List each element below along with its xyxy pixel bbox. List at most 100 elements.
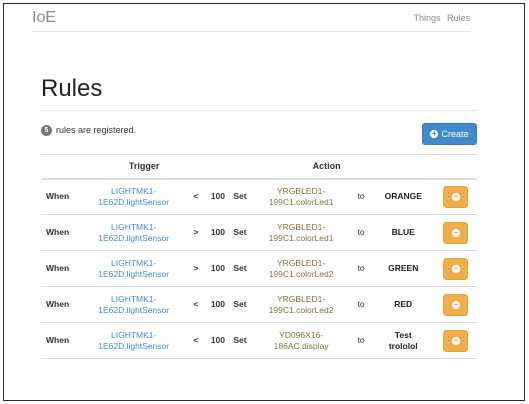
sensor-line-2[interactable]: 1E62D.lightSensor [98,341,169,351]
sensor-line-2[interactable]: 1E62D.lightSensor [98,233,169,243]
sensor-line-1[interactable]: LIGHTMK1- [111,294,156,304]
set-label: Set [228,322,252,359]
trigger-sensor-link[interactable]: LIGHTMK1- 1E62D.lightSensor [83,250,185,287]
sensor-line-1[interactable]: LIGHTMK1- [111,330,156,340]
action-target: YRGBLED1- 199C1.colorLed1 [251,178,351,215]
value-line-1: ORANGE [384,191,422,202]
when-label: When [41,214,84,251]
sensor-line-1[interactable]: LIGHTMK1- [111,258,156,268]
comparison-operator: < [184,178,208,215]
table-row: When LIGHTMK1- 1E62D.lightSensor >100 Set YRG… [41,250,477,287]
action-value: ORANGE [371,178,435,215]
action-target: YRGBLED1- 199C1.colorLed2 [251,286,351,323]
rules-summary-text: rules are registered. [56,125,137,135]
to-label: to [350,250,372,287]
action-value: GREEN [371,250,435,287]
target-line-1: YRGBLED1- [276,293,326,304]
to-label: to [350,178,372,215]
title-divider [41,110,478,111]
action-header: Action [228,154,435,180]
minus-circle-icon [451,336,460,345]
trigger-sensor-link[interactable]: LIGHTMK1- 1E62D.lightSensor [83,178,185,215]
to-label: to [350,286,372,323]
value-line-1: GREEN [388,263,419,273]
action-value: BLUE [371,214,435,251]
threshold-value: 100 [207,322,229,359]
delete-cell [434,286,477,323]
table-row: When LIGHTMK1- 1E62D.lightSensor <100 Set YD0… [41,322,477,359]
value-line-1: BLUE [391,227,415,237]
trigger-header: Trigger [41,154,208,180]
action-target: YD096X16- 186AC.display [251,322,351,359]
trigger-sensor-link[interactable]: LIGHTMK1- 1E62D.lightSensor [83,214,185,251]
threshold-value: 100 [207,250,229,287]
delete-cell [434,178,477,215]
minus-circle-icon [451,192,460,201]
rules-summary: 5 rules are registered. [41,124,136,136]
target-line-2: 199C1.colorLed2 [268,268,334,279]
comparison-operator: > [184,250,208,287]
target-line-1: YRGBLED1- [276,185,326,196]
rules-table: Trigger Action When LIGHTMK1- 1E62D.lightS… [41,154,477,359]
delete-rule-button[interactable] [443,293,469,316]
create-rule-button[interactable]: + Create [422,123,477,145]
delete-cell [434,214,477,251]
set-label: Set [228,214,252,251]
comparison-operator: > [184,214,208,251]
target-line-2: 199C1.colorLed1 [268,232,334,243]
minus-circle-icon [451,300,460,309]
threshold-value: 100 [207,214,229,251]
when-label: When [41,250,84,287]
trigger-sensor-link[interactable]: LIGHTMK1- 1E62D.lightSensor [83,322,185,359]
when-label: When [41,286,84,323]
when-label: When [41,322,84,359]
value-line-2: trololol [388,340,418,351]
to-label: to [350,214,372,251]
threshold-value: 100 [207,178,229,215]
delete-cell [434,250,477,287]
set-label: Set [228,286,252,323]
rules-table-body: When LIGHTMK1- 1E62D.lightSensor <100 Set YRG… [41,178,477,359]
sensor-line-2[interactable]: 1E62D.lightSensor [98,269,169,279]
when-label: When [41,178,84,215]
comparison-operator: < [184,322,208,359]
action-target: YRGBLED1- 199C1.colorLed1 [251,214,351,251]
threshold-value: 100 [207,286,229,323]
create-button-label: Create [441,129,469,139]
minus-circle-icon [451,264,460,273]
rules-count-badge: 5 [41,124,52,136]
table-row: When LIGHTMK1- 1E62D.lightSensor <100 Set YRG… [41,286,477,323]
target-line-1: YRGBLED1- [276,221,326,232]
set-label: Set [228,250,252,287]
nav-link-things[interactable]: Things [413,13,440,23]
delete-rule-button[interactable] [443,185,469,208]
action-value: Test trololol [371,322,435,359]
sensor-line-1[interactable]: LIGHTMK1- [111,222,156,232]
table-header-row: Trigger Action [41,154,477,180]
sensor-line-2[interactable]: 1E62D.lightSensor [98,305,169,315]
page-title: Rules [41,75,103,102]
set-label: Set [228,178,252,215]
action-target: YRGBLED1- 199C1.colorLed2 [251,250,351,287]
brand-logo[interactable]: IoE [32,8,56,28]
minus-circle-icon [451,228,460,237]
delete-rule-button[interactable] [443,329,469,352]
nav-link-rules[interactable]: Rules [447,13,470,23]
sensor-line-2[interactable]: 1E62D.lightSensor [98,197,169,207]
sensor-line-1[interactable]: LIGHTMK1- [111,186,156,196]
header-spacer-end [434,154,477,180]
navbar: IoE Things Rules [32,8,470,32]
target-line-2: 199C1.colorLed1 [268,196,334,207]
value-line-1: Test [394,329,412,340]
target-line-2: 186AC.display [273,340,329,351]
trigger-sensor-link[interactable]: LIGHTMK1- 1E62D.lightSensor [83,286,185,323]
value-line-1: RED [394,299,413,309]
delete-cell [434,322,477,359]
delete-rule-button[interactable] [443,257,469,280]
delete-rule-button[interactable] [443,221,469,244]
nav-links: Things Rules [409,12,470,24]
target-line-1: YD096X16- [279,329,324,340]
action-value: RED [371,286,435,323]
header-spacer [207,154,229,180]
plus-circle-icon: + [430,129,439,138]
